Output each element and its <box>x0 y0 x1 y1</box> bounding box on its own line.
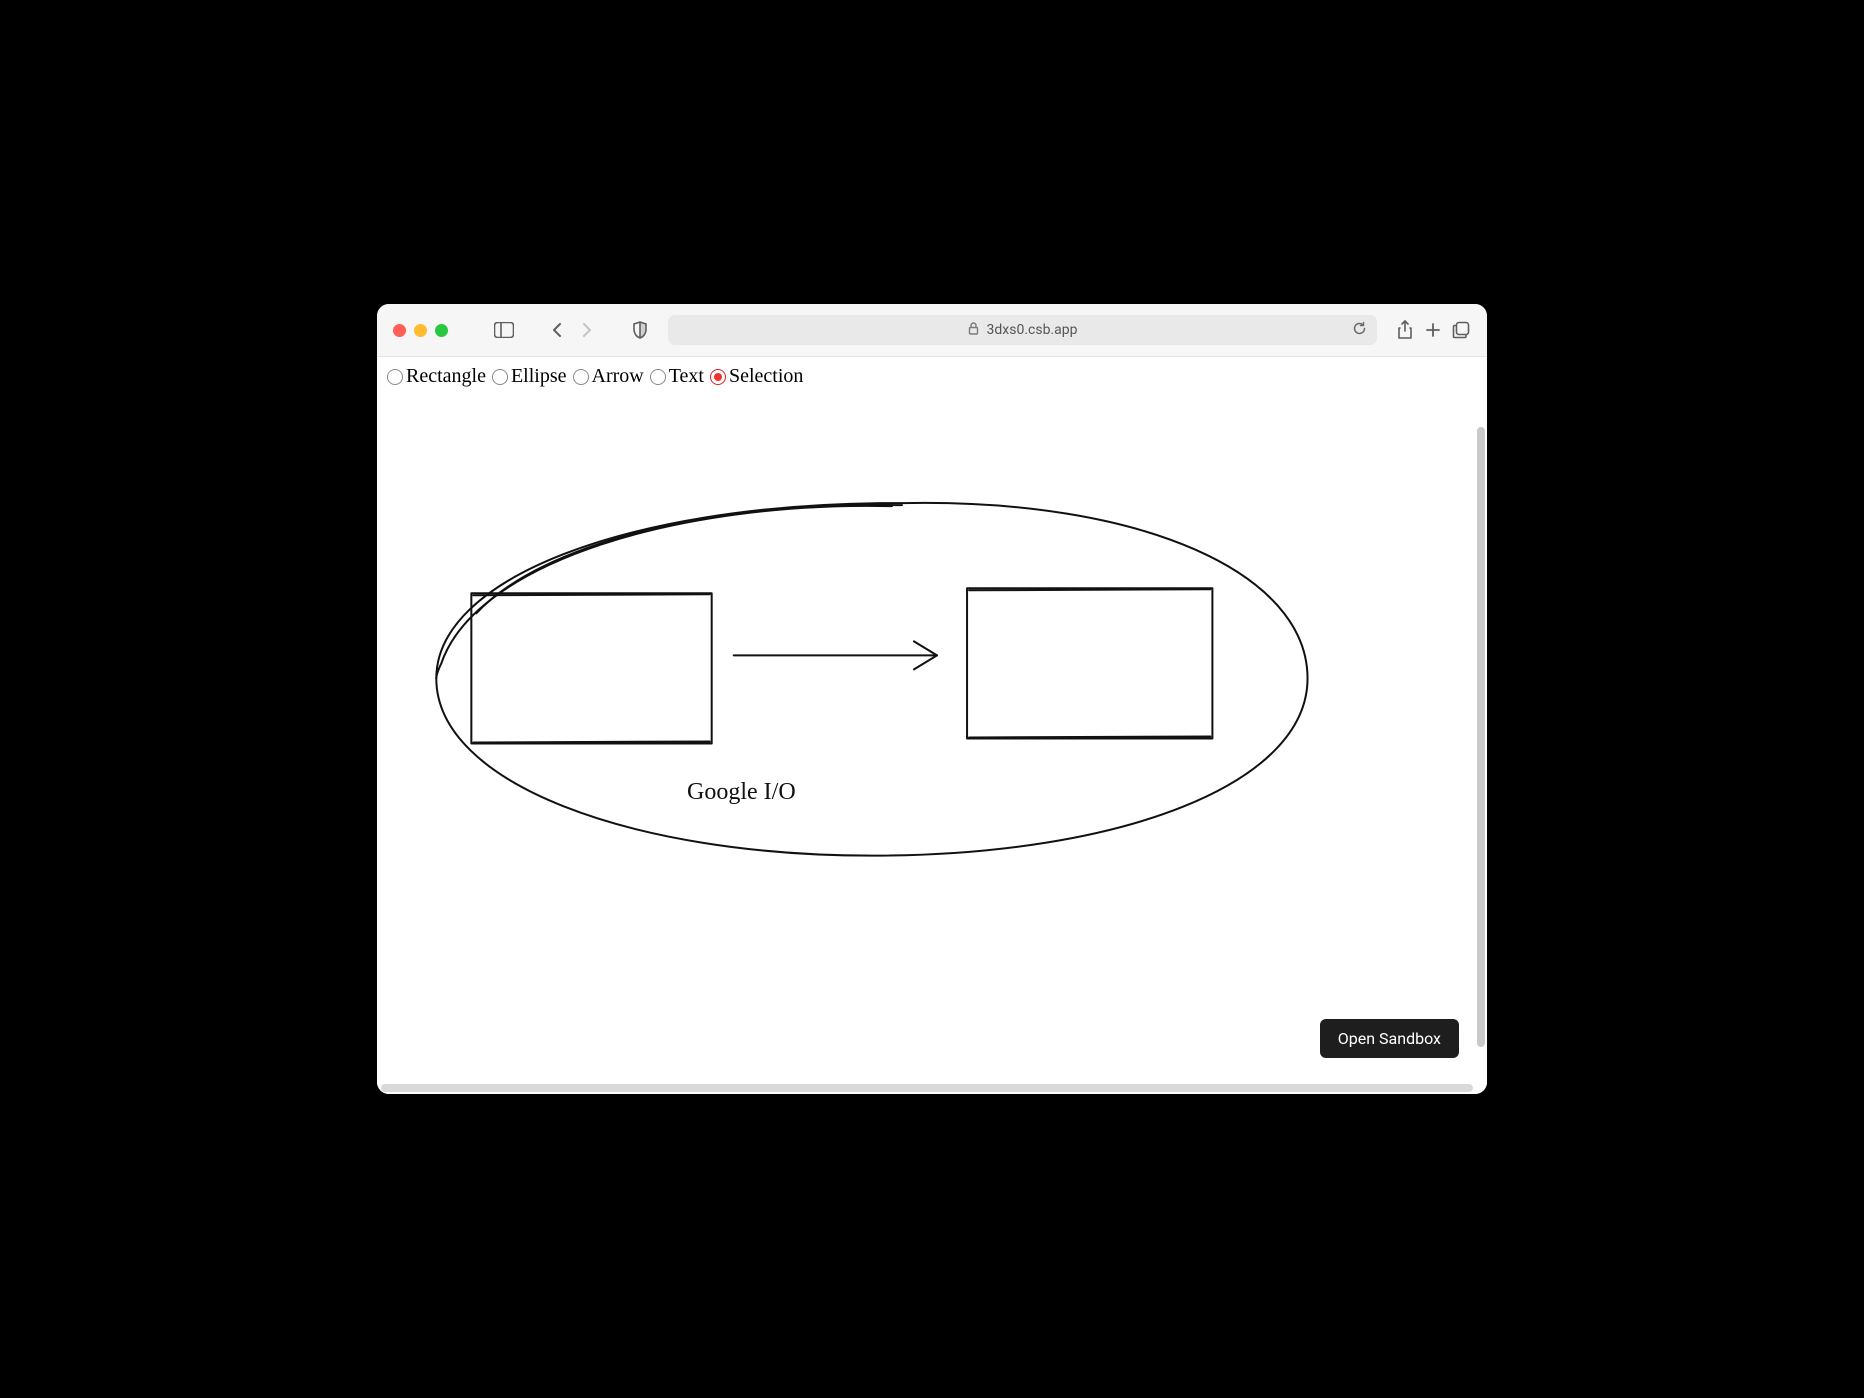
titlebar: 3dxs0.csb.app <box>377 304 1487 357</box>
drawing-canvas[interactable]: Google I/O <box>377 393 1487 1094</box>
canvas-svg <box>377 393 1487 1094</box>
window-controls <box>393 324 448 337</box>
radio-text[interactable] <box>650 369 666 385</box>
shield-icon[interactable] <box>630 320 650 340</box>
minimize-window-button[interactable] <box>414 324 427 337</box>
tabs-overview-icon[interactable] <box>1451 320 1471 340</box>
forward-button-icon[interactable] <box>576 320 596 340</box>
sidebar-toggle-icon[interactable] <box>494 320 514 340</box>
radio-rectangle[interactable] <box>387 369 403 385</box>
open-sandbox-button[interactable]: Open Sandbox <box>1320 1019 1459 1058</box>
browser-window: 3dxs0.csb.app Rectangle Ellipse Arrow Te… <box>377 304 1487 1094</box>
reload-icon[interactable] <box>1352 321 1367 340</box>
vertical-scrollbar[interactable] <box>1477 427 1485 1047</box>
lock-icon <box>968 322 979 338</box>
tool-label-ellipse: Ellipse <box>511 365 567 388</box>
canvas-text-shape[interactable]: Google I/O <box>687 779 796 806</box>
url-text: 3dxs0.csb.app <box>987 322 1078 338</box>
horizontal-scrollbar[interactable] <box>381 1084 1473 1092</box>
back-button-icon[interactable] <box>548 320 568 340</box>
tool-label-text: Text <box>669 365 704 388</box>
url-bar[interactable]: 3dxs0.csb.app <box>668 315 1377 345</box>
new-tab-icon[interactable] <box>1423 320 1443 340</box>
arrow-shape[interactable] <box>734 641 937 669</box>
share-icon[interactable] <box>1395 320 1415 340</box>
radio-ellipse[interactable] <box>492 369 508 385</box>
page-content: Rectangle Ellipse Arrow Text Selection <box>377 357 1487 1094</box>
radio-selection[interactable] <box>710 369 726 385</box>
close-window-button[interactable] <box>393 324 406 337</box>
rectangle-shape-left[interactable] <box>471 593 711 743</box>
tool-label-selection: Selection <box>729 365 803 388</box>
shape-tool-toolbar: Rectangle Ellipse Arrow Text Selection <box>377 357 1487 392</box>
radio-arrow[interactable] <box>573 369 589 385</box>
zoom-window-button[interactable] <box>435 324 448 337</box>
ellipse-shape[interactable] <box>436 503 1307 856</box>
tool-label-arrow: Arrow <box>592 365 644 388</box>
rectangle-shape-right[interactable] <box>967 588 1212 738</box>
tool-label-rectangle: Rectangle <box>406 365 486 388</box>
